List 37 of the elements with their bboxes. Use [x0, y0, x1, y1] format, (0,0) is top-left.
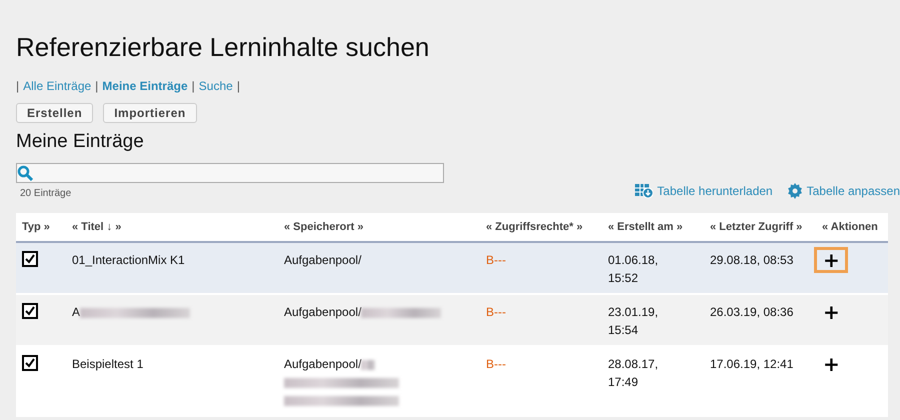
table-download-icon — [635, 184, 654, 198]
table-cell: 17.06.19, 12:41 — [710, 357, 794, 371]
separator: | — [192, 79, 195, 93]
table-cell-text: 17:49 — [608, 374, 640, 391]
table-cell: 26.03.19, 08:36 — [710, 305, 794, 319]
table-cell: Aufgabenpool/ — [284, 357, 362, 371]
table-cell-text: 23.01.19, — [608, 304, 660, 321]
separator: | — [16, 79, 20, 93]
page-title: Referenzierbare Lerninhalte suchen — [16, 32, 430, 63]
add-button[interactable]: + — [814, 247, 848, 273]
table-cell-text: 15:52 — [608, 270, 640, 287]
add-button[interactable]: + — [814, 299, 848, 325]
table-cell: Aufgabenpool/ — [284, 305, 362, 319]
search-field[interactable] — [16, 163, 444, 183]
add-button[interactable]: + — [814, 351, 848, 377]
link-label: Tabelle anpassen — [806, 184, 900, 198]
table-cell: Beispieltest 1 — [72, 357, 144, 371]
table-cell: 01_InteractionMix K1 — [72, 253, 185, 267]
entry-count: 20 Einträge — [20, 188, 72, 199]
table-cell-text: 01.06.18, — [608, 252, 660, 269]
table-cell: Aufgabenpool/ — [284, 253, 362, 267]
table-cell-text: 28.08.17, — [608, 356, 660, 373]
search-icon — [17, 165, 33, 181]
separator: | — [95, 79, 98, 93]
table-cell: B--- — [486, 357, 506, 371]
section-title: Meine Einträge — [16, 131, 145, 153]
separator: | — [236, 79, 240, 93]
action-button[interactable]: Importieren — [103, 103, 197, 123]
table-cell: B--- — [486, 305, 506, 319]
table-cell: A — [72, 305, 80, 319]
table-cell-text: 15:54 — [608, 322, 640, 339]
settings-icon — [786, 183, 803, 199]
table-cell: 29.08.18, 08:53 — [710, 253, 794, 267]
blurred-text — [361, 360, 376, 370]
table-cell: B--- — [486, 253, 506, 267]
link-label: Tabelle herunterladen — [657, 184, 773, 198]
action-button[interactable]: Erstellen — [16, 103, 94, 123]
